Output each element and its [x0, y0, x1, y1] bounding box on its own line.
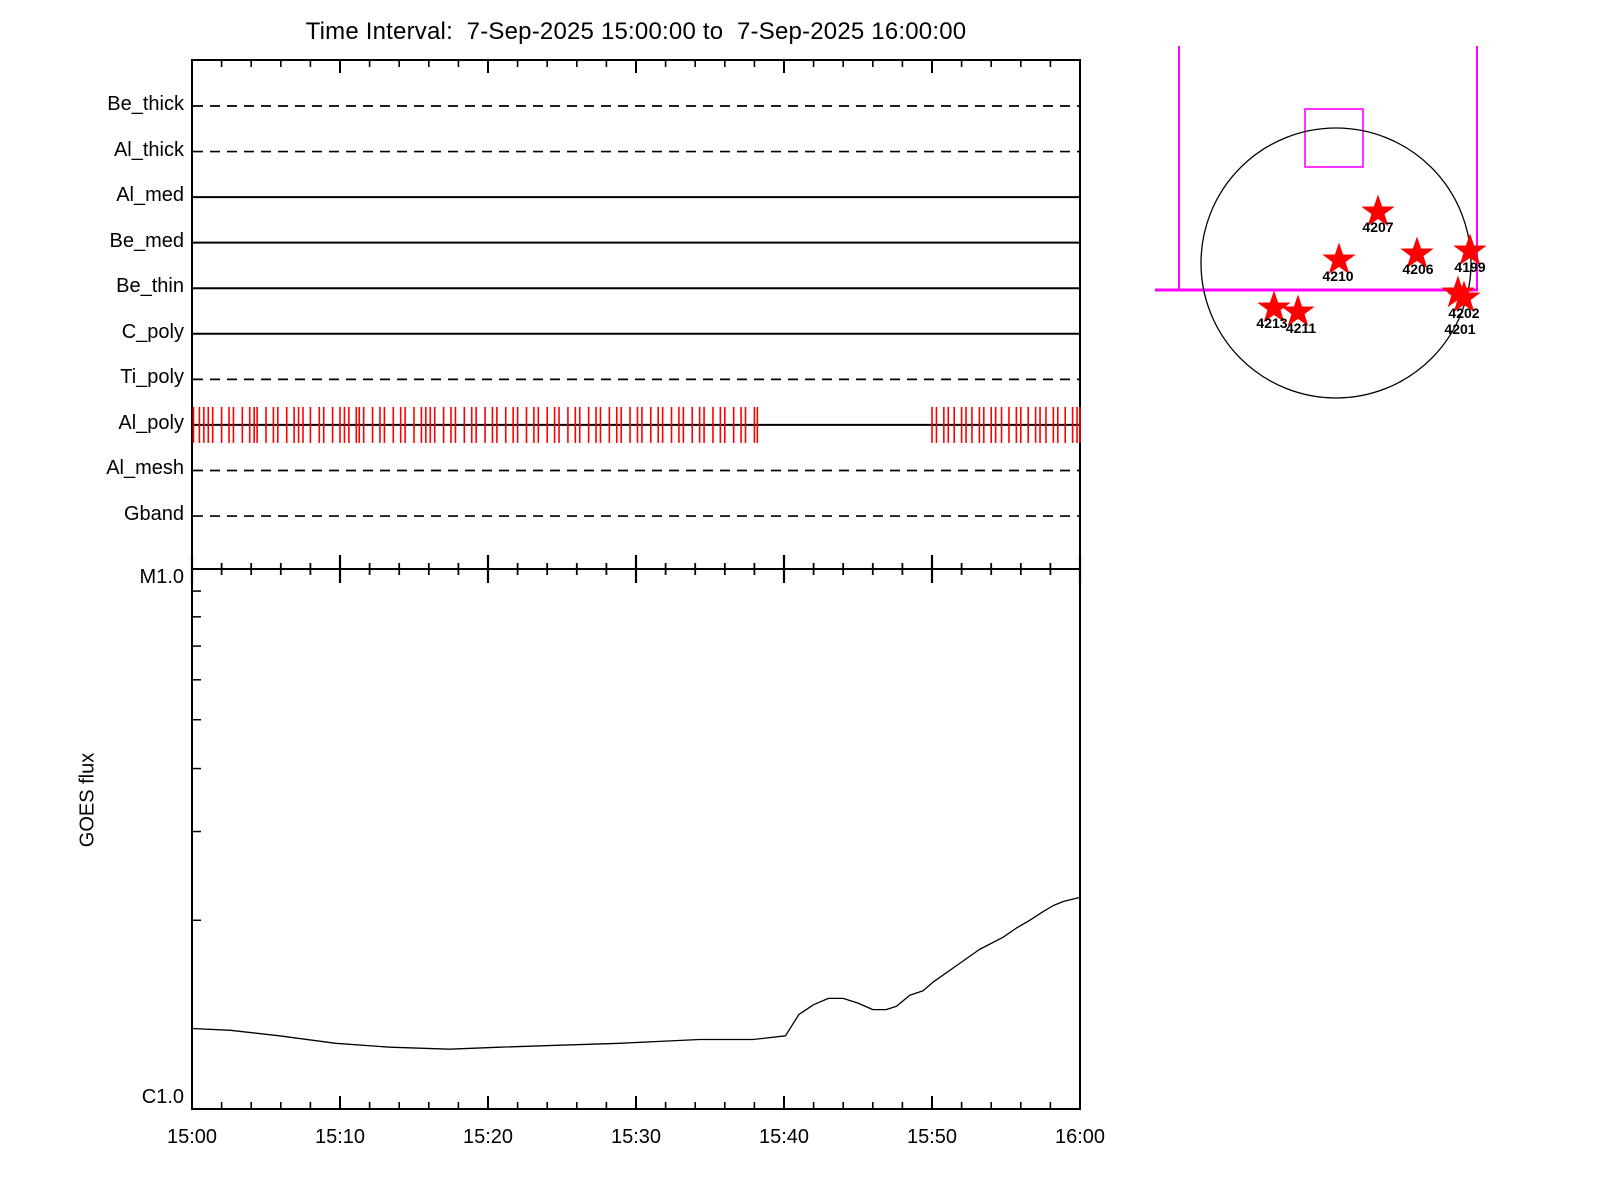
panel-frames	[192, 60, 1080, 1109]
filter-label-gband: Gband	[18, 503, 184, 526]
xtick-1600: 16:00	[1055, 1126, 1105, 1149]
ar-label-4202: 4202	[1448, 305, 1479, 321]
goes-flux-curve	[192, 897, 1080, 1049]
filter-label-al-med: Al_med	[18, 184, 184, 207]
filter-label-be-thick: Be_thick	[18, 93, 184, 116]
xtick-1500: 15:00	[167, 1126, 217, 1149]
page-title: Time Interval: 7-Sep-2025 15:00:00 to 7-…	[192, 18, 1080, 46]
goes-ymax-label: M1.0	[18, 566, 184, 589]
filter-label-al-poly: Al_poly	[18, 412, 184, 435]
goes-axis-title: GOES flux	[77, 753, 100, 847]
filter-row-lines	[193, 106, 1079, 516]
filter-panel-frame	[192, 60, 1080, 569]
fov-small-box	[1305, 109, 1363, 167]
ar-label-4210: 4210	[1322, 268, 1353, 284]
filter-label-be-thin: Be_thin	[18, 275, 184, 298]
xtick-1550: 15:50	[907, 1126, 957, 1149]
ar-label-4211: 4211	[1286, 320, 1316, 336]
ar-label-4213: 4213	[1256, 315, 1287, 331]
filter-label-al-mesh: Al_mesh	[18, 457, 184, 480]
xtick-1510: 15:10	[315, 1126, 365, 1149]
xrt-goes-synoptic-page: Time Interval: 7-Sep-2025 15:00:00 to 7-…	[0, 0, 1600, 1200]
filter-label-c-poly: C_poly	[18, 321, 184, 344]
filter-label-ti-poly: Ti_poly	[18, 366, 184, 389]
time-axis-ticks	[192, 60, 1080, 1109]
xtick-1520: 15:20	[463, 1126, 513, 1149]
goes-panel-frame	[192, 569, 1080, 1109]
ar-label-4206: 4206	[1402, 261, 1433, 277]
xtick-1540: 15:40	[759, 1126, 809, 1149]
solar-disk-inset	[1155, 46, 1485, 398]
goes-flux-line	[192, 897, 1080, 1049]
ar-label-4201: 4201	[1444, 321, 1475, 337]
goes-ymin-label: C1.0	[18, 1086, 184, 1109]
ar-label-4199: 4199	[1454, 259, 1485, 275]
plot-canvas	[0, 0, 1600, 1200]
filter-label-al-thick: Al_thick	[18, 139, 184, 162]
filter-label-be-med: Be_med	[18, 230, 184, 253]
goes-log-minor-ticks	[192, 591, 201, 920]
xtick-1530: 15:30	[611, 1126, 661, 1149]
ar-label-4207: 4207	[1362, 219, 1393, 235]
